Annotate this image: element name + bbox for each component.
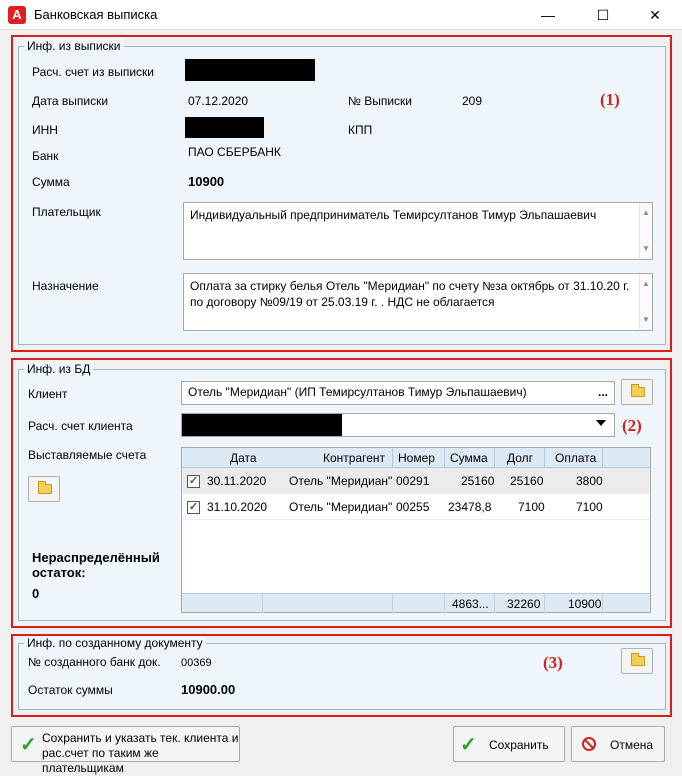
folder-icon xyxy=(38,481,52,494)
statement-number-label: № Выписки xyxy=(348,94,412,108)
bank-label: Банк xyxy=(32,149,59,163)
payer-textarea[interactable]: Индивидуальный предприниматель Темирсулт… xyxy=(183,202,653,260)
row-sum: 23478,8 xyxy=(448,500,492,514)
inn-redacted xyxy=(185,117,264,138)
statement-account-redacted xyxy=(185,59,315,81)
table-row[interactable]: ✓ 31.10.2020 Отель "Меридиан" 00255 2347… xyxy=(182,494,650,520)
statement-date-label: Дата выписки xyxy=(32,94,109,108)
purpose-text: Оплата за стирку белья Отель "Меридиан" … xyxy=(190,279,630,309)
save-and-set-button[interactable]: ✓ Сохранить и указать тек. клиента и рас… xyxy=(11,726,240,775)
maximize-button[interactable]: ☐ xyxy=(580,0,626,30)
cancel-button[interactable]: Отмена xyxy=(571,726,665,762)
unallocated-value: 0 xyxy=(32,586,40,601)
client-account-label: Расч. счет клиента xyxy=(28,419,133,433)
grid-footer: 4863... 32260 10900 xyxy=(182,593,650,613)
cancel-icon xyxy=(582,737,596,751)
purpose-scrollbar[interactable]: ▲ ▼ xyxy=(639,274,652,330)
invoices-label: Выставляемые счета xyxy=(28,448,147,462)
col-number-header[interactable]: Номер xyxy=(398,451,435,465)
created-doc-value: 00369 xyxy=(181,657,212,669)
row-debt: 7100 xyxy=(518,500,545,514)
created-doc-panel xyxy=(18,643,666,710)
col-sum-header[interactable]: Сумма xyxy=(450,451,488,465)
row-payment: 7100 xyxy=(576,500,603,514)
statement-info-legend: Инф. из выписки xyxy=(24,39,124,53)
remainder-label: Остаток суммы xyxy=(28,683,113,697)
check-icon: ✓ xyxy=(20,734,37,756)
col-date-header[interactable]: Дата xyxy=(230,451,257,465)
grid-header: Дата Контрагент Номер Сумма Долг Оплата xyxy=(182,448,650,468)
save-button-label: Сохранить xyxy=(489,738,549,752)
minimize-button[interactable]: — xyxy=(525,0,571,30)
payer-text: Индивидуальный предприниматель Темирсулт… xyxy=(190,208,597,222)
bank-value: ПАО СБЕРБАНК xyxy=(188,145,281,159)
invoices-browse-button[interactable] xyxy=(28,476,60,502)
statement-account-label: Расч. счет из выписки xyxy=(32,65,154,79)
close-button[interactable]: ✕ xyxy=(632,0,678,30)
client-value: Отель "Меридиан" (ИП Темирсултанов Тимур… xyxy=(188,385,527,399)
unallocated-label: Нераспределённый остаток: xyxy=(32,550,160,580)
payer-label: Плательщик xyxy=(32,205,101,219)
row-checkbox[interactable]: ✓ xyxy=(187,501,200,514)
table-row[interactable]: ✓ 30.11.2020 Отель "Меридиан" 00291 2516… xyxy=(182,468,650,494)
cancel-button-label: Отмена xyxy=(610,738,654,752)
client-ellipsis-button[interactable]: ... xyxy=(598,382,608,402)
client-account-redacted xyxy=(182,414,342,436)
row-date: 31.10.2020 xyxy=(207,500,268,514)
app-logo-icon: A xyxy=(8,6,26,24)
footer-payment-total: 10900 xyxy=(568,597,602,611)
inn-label: ИНН xyxy=(32,123,58,137)
row-payment: 3800 xyxy=(576,474,603,488)
row-number: 00291 xyxy=(396,474,430,488)
remainder-value: 10900.00 xyxy=(181,682,236,697)
col-debt-header[interactable]: Долг xyxy=(507,451,533,465)
section-1-marker: (1) xyxy=(600,90,620,109)
col-counterparty-header[interactable]: Контрагент xyxy=(323,451,385,465)
created-doc-open-button[interactable] xyxy=(621,648,653,674)
client-input[interactable]: Отель "Меридиан" (ИП Темирсултанов Тимур… xyxy=(181,381,615,405)
chevron-down-icon[interactable] xyxy=(596,420,606,426)
check-icon: ✓ xyxy=(460,734,477,756)
save-and-set-label: Сохранить и указать тек. клиента и рас.с… xyxy=(42,731,239,775)
row-debt: 25160 xyxy=(510,474,544,488)
section-2-marker: (2) xyxy=(622,416,642,435)
db-info-legend: Инф. из БД xyxy=(24,362,94,376)
client-browse-button[interactable] xyxy=(621,379,653,405)
sum-value: 10900 xyxy=(188,174,225,189)
statement-date-value: 07.12.2020 xyxy=(188,94,249,108)
folder-icon xyxy=(631,653,645,666)
window-title: Банковская выписка xyxy=(34,7,158,22)
footer-sum-total: 4863... xyxy=(452,597,489,611)
footer-debt-total: 32260 xyxy=(507,597,541,611)
client-label: Клиент xyxy=(28,387,68,401)
title-bar: A Банковская выписка — ☐ ✕ xyxy=(0,0,682,30)
section-3-marker: (3) xyxy=(543,653,563,672)
col-payment-header[interactable]: Оплата xyxy=(555,451,596,465)
row-number: 00255 xyxy=(396,500,430,514)
created-doc-label: № созданного банк док. xyxy=(28,655,161,669)
invoices-grid[interactable]: Дата Контрагент Номер Сумма Долг Оплата … xyxy=(181,447,651,613)
purpose-textarea[interactable]: Оплата за стирку белья Отель "Меридиан" … xyxy=(183,273,653,331)
kpp-label: КПП xyxy=(348,123,373,137)
created-doc-legend: Инф. по созданному документу xyxy=(24,636,206,650)
row-checkbox[interactable]: ✓ xyxy=(187,475,200,488)
payer-scrollbar[interactable]: ▲ ▼ xyxy=(639,203,652,259)
purpose-label: Назначение xyxy=(32,279,99,293)
client-account-select[interactable] xyxy=(181,413,615,437)
sum-label: Сумма xyxy=(32,175,70,189)
row-date: 30.11.2020 xyxy=(207,474,267,488)
folder-icon xyxy=(631,384,645,397)
row-counterparty: Отель "Меридиан" xyxy=(289,500,393,514)
save-button[interactable]: ✓ Сохранить xyxy=(453,726,565,762)
row-counterparty: Отель "Меридиан" xyxy=(289,474,393,488)
statement-number-value: 209 xyxy=(462,94,483,108)
row-sum: 25160 xyxy=(461,474,495,488)
